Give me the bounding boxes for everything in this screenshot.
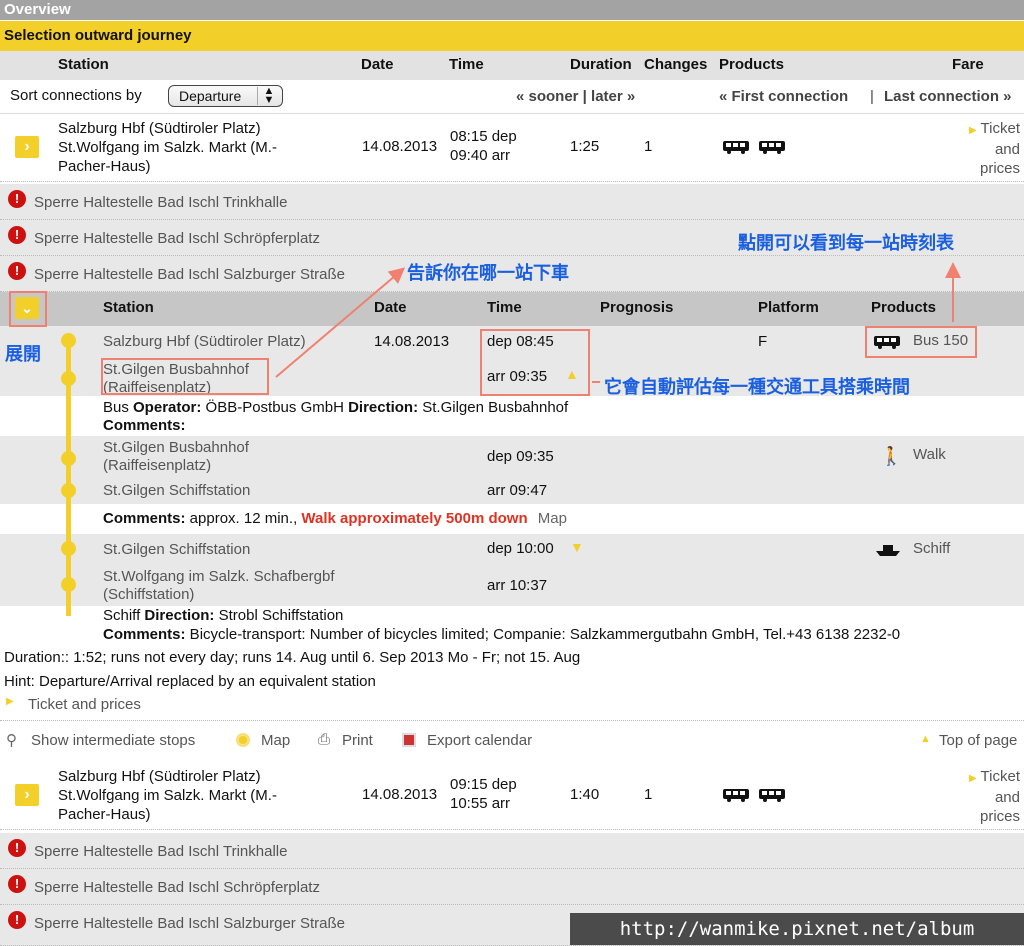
annotation-estimate: 它會自動評估每一種交通工具搭乘時間 (604, 377, 910, 397)
annotation-expand: 展開 (5, 344, 41, 364)
annotation-get-off: 告訴你在哪一站下車 (407, 263, 569, 283)
annotation-timetable: 點開可以看到每一站時刻表 (738, 233, 954, 253)
annotation-arrows (275, 262, 961, 383)
watermark: http://wanmike.pixnet.net/album (570, 913, 1024, 945)
